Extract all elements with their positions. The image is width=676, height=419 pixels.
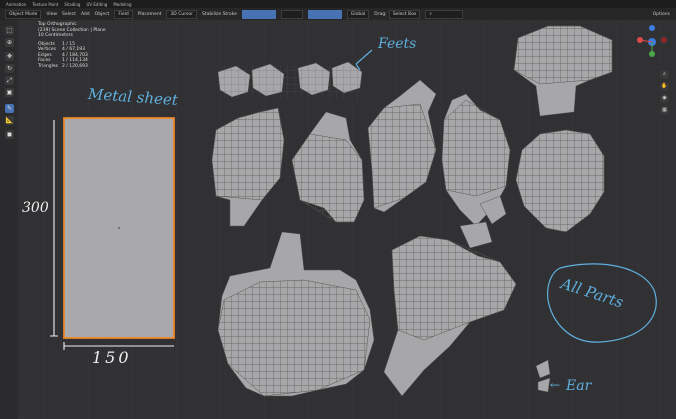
grid-icon[interactable]: ▦ [660, 106, 669, 115]
feet-parts[interactable] [217, 61, 363, 98]
blender-window: Animation Texture Paint Shading UV Editi… [0, 0, 676, 419]
label-feets: Feets [378, 36, 417, 52]
label-ear: Ear [566, 378, 592, 394]
view-controls: ⌕ ✋ ◉ ▦ [660, 70, 672, 118]
label-height: 300 [22, 200, 49, 216]
ear-arrow-icon: ← [550, 378, 561, 392]
zoom-icon[interactable]: ⌕ [660, 70, 669, 79]
camera-icon[interactable]: ◉ [660, 94, 669, 103]
label-width: 150 [92, 348, 132, 367]
pan-icon[interactable]: ✋ [660, 82, 669, 91]
